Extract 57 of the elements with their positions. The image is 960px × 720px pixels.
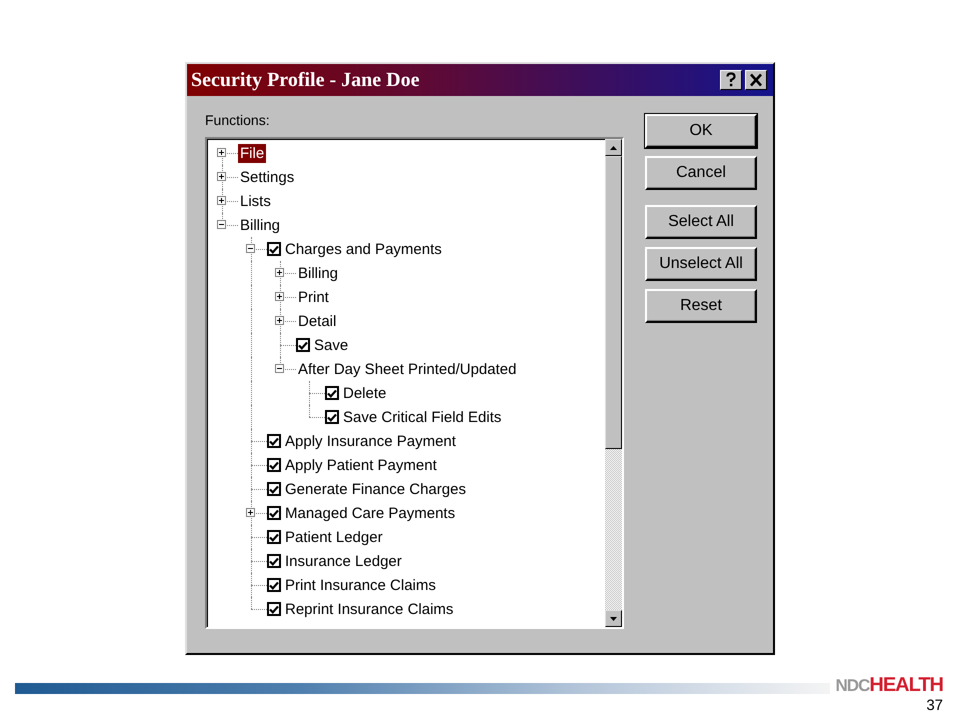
- checkbox[interactable]: [267, 554, 281, 568]
- dialog-button[interactable]: Reset: [645, 289, 757, 323]
- dialog-button[interactable]: OK: [645, 114, 757, 148]
- scroll-thumb[interactable]: [605, 156, 622, 449]
- close-icon[interactable]: [745, 70, 767, 90]
- tree-item[interactable]: Reprint Insurance Claims: [283, 600, 456, 618]
- page-number: 37: [926, 697, 943, 714]
- checkbox[interactable]: [267, 506, 281, 520]
- tree-item[interactable]: Managed Care Payments: [283, 504, 458, 522]
- checkbox[interactable]: [267, 602, 281, 616]
- tree-item[interactable]: File: [238, 144, 266, 162]
- scroll-down-icon[interactable]: [605, 610, 622, 627]
- scrollbar[interactable]: [605, 139, 622, 627]
- tree-item[interactable]: Print: [296, 288, 331, 306]
- tree-item[interactable]: Settings: [238, 168, 296, 186]
- checkbox[interactable]: [267, 458, 281, 472]
- company-logo: NDCHEALTH: [836, 674, 943, 697]
- tree-item[interactable]: Save Critical Field Edits: [341, 408, 504, 426]
- dialog-button[interactable]: Unselect All: [645, 247, 757, 281]
- checkbox[interactable]: [267, 530, 281, 544]
- checkbox[interactable]: [267, 578, 281, 592]
- scroll-up-icon[interactable]: [605, 139, 622, 156]
- expand-icon[interactable]: [275, 268, 284, 277]
- checkbox[interactable]: [267, 482, 281, 496]
- tree-item[interactable]: Apply Patient Payment: [283, 456, 439, 474]
- collapse-icon[interactable]: [275, 364, 284, 373]
- checkbox[interactable]: [267, 434, 281, 448]
- tree-item[interactable]: Generate Finance Charges: [283, 480, 468, 498]
- checkbox[interactable]: [325, 410, 339, 424]
- tree-item[interactable]: Billing: [296, 264, 340, 282]
- tree-item[interactable]: Billing: [238, 216, 282, 234]
- help-icon[interactable]: [720, 70, 742, 90]
- expand-icon[interactable]: [246, 508, 255, 517]
- checkbox[interactable]: [325, 386, 339, 400]
- tree-item[interactable]: Save: [312, 336, 350, 354]
- collapse-icon[interactable]: [217, 220, 226, 229]
- dialog-button[interactable]: Select All: [645, 205, 757, 239]
- tree-item[interactable]: Insurance Ledger: [283, 552, 404, 570]
- expand-icon[interactable]: [217, 148, 226, 157]
- checkbox[interactable]: [267, 242, 281, 256]
- tree-item[interactable]: After Day Sheet Printed/Updated: [296, 360, 518, 378]
- dialog-button[interactable]: Cancel: [645, 156, 757, 190]
- collapse-icon[interactable]: [246, 244, 255, 253]
- expand-icon[interactable]: [275, 292, 284, 301]
- window-title: Security Profile - Jane Doe: [191, 68, 420, 92]
- tree-item[interactable]: Charges and Payments: [283, 240, 444, 258]
- tree-item[interactable]: Print Insurance Claims: [283, 576, 438, 594]
- checkbox[interactable]: [296, 338, 310, 352]
- functions-label: Functions:: [205, 112, 271, 130]
- tree-item[interactable]: Patient Ledger: [283, 528, 385, 546]
- tree-item[interactable]: Detail: [296, 312, 338, 330]
- expand-icon[interactable]: [217, 172, 226, 181]
- tree-item[interactable]: Apply Insurance Payment: [283, 432, 458, 450]
- expand-icon[interactable]: [275, 316, 284, 325]
- expand-icon[interactable]: [217, 196, 226, 205]
- tree-item[interactable]: Lists: [238, 192, 273, 210]
- tree-item[interactable]: Delete: [341, 384, 388, 402]
